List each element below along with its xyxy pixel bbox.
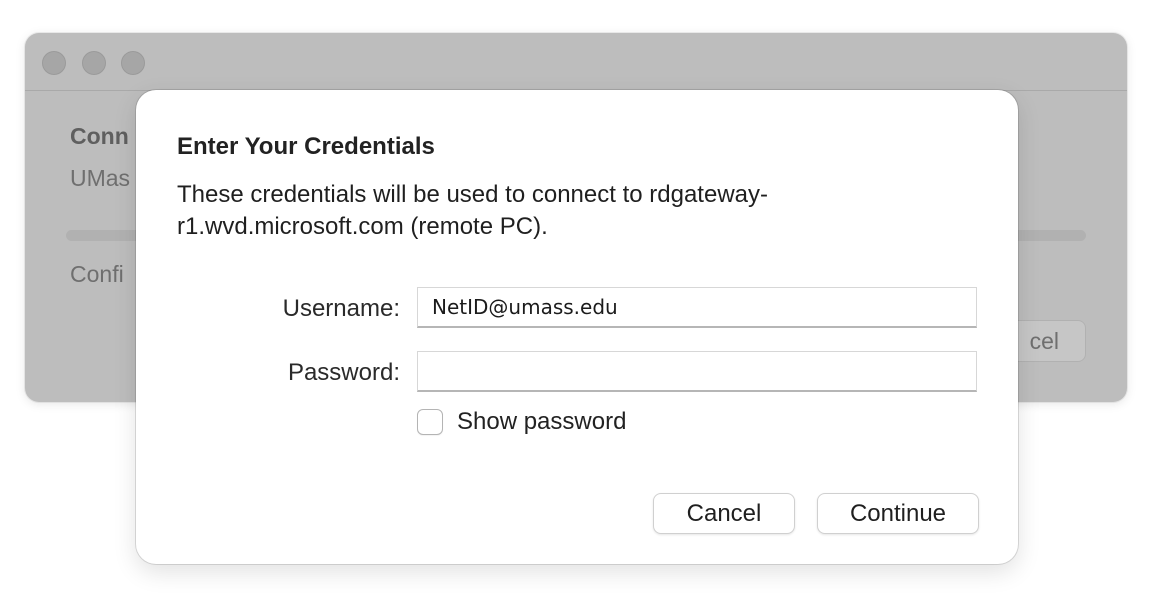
zoom-window-button xyxy=(121,51,145,75)
password-label: Password: xyxy=(287,359,400,386)
background-heading: Conn xyxy=(70,123,129,149)
username-field[interactable] xyxy=(417,287,977,328)
minimize-window-button xyxy=(82,51,106,75)
dialog-message: These credentials will be used to connec… xyxy=(177,181,768,240)
background-status-text: Confi xyxy=(70,261,124,287)
dialog-title: Enter Your Credentials xyxy=(177,133,435,160)
credentials-dialog: Enter Your Credentials These credentials… xyxy=(136,90,1018,564)
continue-button[interactable]: Continue xyxy=(817,493,979,534)
close-window-button xyxy=(42,51,66,75)
show-password-checkbox[interactable] xyxy=(417,409,443,435)
cancel-button[interactable]: Cancel xyxy=(653,493,795,534)
window-titlebar xyxy=(25,33,1127,91)
username-label: Username: xyxy=(282,295,400,322)
show-password-label[interactable]: Show password xyxy=(457,408,626,436)
background-subtext: UMas xyxy=(70,165,131,191)
password-field[interactable] xyxy=(417,351,977,392)
